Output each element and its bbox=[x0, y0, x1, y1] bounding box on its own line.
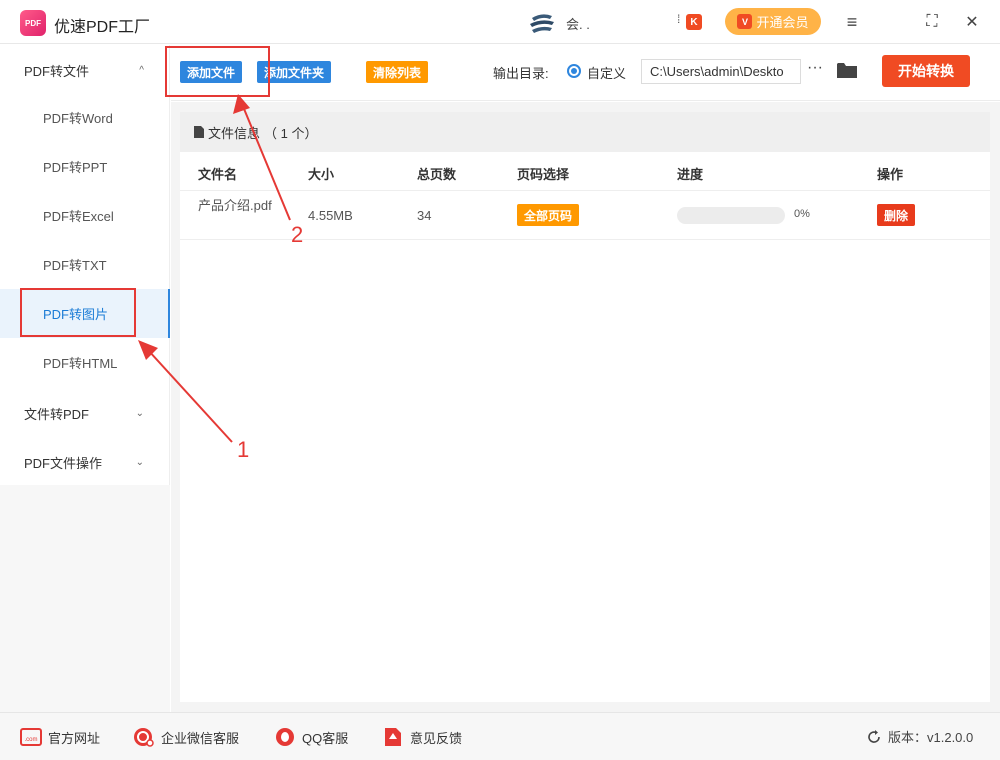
col-progress: 进度 bbox=[677, 167, 704, 182]
folder-icon[interactable] bbox=[837, 62, 857, 78]
annotation-number-2: 2 bbox=[291, 222, 304, 247]
file-size: 4.55MB bbox=[308, 208, 353, 223]
app-title: 优速PDF工厂 bbox=[54, 19, 151, 36]
vip-k-icon[interactable]: K bbox=[686, 14, 702, 30]
file-info-title: 文件信息 bbox=[208, 125, 261, 141]
col-filename: 文件名 bbox=[198, 167, 238, 182]
footer-website-link[interactable]: .com 官方网址 bbox=[20, 727, 100, 747]
footer: .com 官方网址 企业微信客服 QQ客服 意见反馈 版本：v1.2.0.0 bbox=[0, 712, 1000, 760]
custom-radio[interactable] bbox=[567, 64, 581, 78]
chevron-down-icon: ⌄ bbox=[135, 457, 144, 468]
col-pages: 总页数 bbox=[417, 167, 457, 182]
annotation-box-pdf-to-image bbox=[20, 288, 136, 337]
feedback-icon bbox=[382, 727, 404, 747]
col-size: 大小 bbox=[308, 167, 335, 182]
sidebar: PDF转文件 ^ PDF转Word PDF转PPT PDF转Excel PDF转… bbox=[0, 45, 170, 485]
chevron-down-icon: ⌄ bbox=[135, 408, 144, 419]
custom-radio-label[interactable]: 自定义 bbox=[587, 63, 626, 82]
qq-icon bbox=[274, 727, 296, 747]
chevron-up-icon: ^ bbox=[139, 65, 144, 76]
col-action: 操作 bbox=[877, 167, 904, 182]
footer-feedback-label: 意见反馈 bbox=[410, 730, 463, 746]
website-icon: .com bbox=[20, 727, 42, 747]
notification-icon[interactable]: ⁞ bbox=[677, 12, 685, 30]
sidebar-group-label: PDF文件操作 bbox=[24, 456, 103, 471]
version-label: 版本：v1.2.0.0 bbox=[888, 730, 974, 745]
sidebar-item-pdf-to-txt[interactable]: PDF转TXT bbox=[0, 240, 170, 289]
output-path-input[interactable] bbox=[641, 59, 801, 84]
sidebar-group-pdf-operations[interactable]: PDF文件操作 ⌄ bbox=[24, 453, 144, 472]
user-name[interactable]: 会. . bbox=[566, 14, 590, 33]
sidebar-group-pdf-to-file[interactable]: PDF转文件 ^ bbox=[24, 61, 144, 80]
file-pages: 34 bbox=[417, 208, 432, 223]
clear-list-button[interactable]: 清除列表 bbox=[366, 61, 429, 83]
more-options-icon[interactable]: ··· bbox=[807, 59, 823, 77]
footer-website-label: 官方网址 bbox=[48, 730, 101, 746]
footer-wechat-label: 企业微信客服 bbox=[161, 730, 240, 746]
start-convert-button[interactable]: 开始转换 bbox=[882, 55, 970, 87]
file-name: 产品介绍.pdf bbox=[198, 198, 272, 213]
user-avatar-icon[interactable] bbox=[528, 12, 556, 34]
maximize-icon[interactable]: ⛶ bbox=[922, 12, 942, 32]
sidebar-empty-area bbox=[0, 485, 170, 713]
annotation-box-add-file bbox=[165, 46, 270, 97]
menu-icon[interactable]: ≡ bbox=[842, 12, 862, 32]
sidebar-item-pdf-to-excel[interactable]: PDF转Excel bbox=[0, 191, 170, 240]
delete-button[interactable]: 删除 bbox=[877, 204, 916, 226]
app-logo-icon: PDF bbox=[20, 10, 46, 36]
open-vip-label: 开通会员 bbox=[756, 15, 809, 30]
sidebar-group-label: PDF转文件 bbox=[24, 64, 90, 79]
table-header: 文件名 大小 总页数 页码选择 进度 操作 bbox=[180, 153, 990, 191]
wechat-icon bbox=[133, 727, 155, 747]
sidebar-group-file-to-pdf[interactable]: 文件转PDF ⌄ bbox=[24, 404, 144, 423]
sidebar-group-label: 文件转PDF bbox=[24, 407, 90, 422]
version-info[interactable]: 版本：v1.2.0.0 bbox=[866, 727, 973, 746]
toolbar: 添加文件 添加文件夹 清除列表 输出目录: 自定义 ··· 开始转换 bbox=[171, 45, 1000, 101]
sidebar-item-pdf-to-ppt[interactable]: PDF转PPT bbox=[0, 142, 170, 191]
footer-wechat-link[interactable]: 企业微信客服 bbox=[133, 727, 239, 747]
footer-qq-label: QQ客服 bbox=[302, 730, 349, 746]
open-vip-button[interactable]: V 开通会员 bbox=[725, 8, 821, 35]
sidebar-item-pdf-to-html[interactable]: PDF转HTML bbox=[0, 338, 170, 387]
progress-percent: 0% bbox=[794, 208, 810, 220]
refresh-icon bbox=[868, 729, 880, 743]
col-page-select: 页码选择 bbox=[517, 167, 570, 182]
file-count: （ 1 个） bbox=[264, 125, 318, 141]
website-icon-text: .com bbox=[24, 737, 37, 743]
output-dir-label: 输出目录: bbox=[493, 66, 549, 81]
progress-bar bbox=[677, 207, 785, 224]
footer-feedback-link[interactable]: 意见反馈 bbox=[382, 727, 462, 747]
footer-qq-link[interactable]: QQ客服 bbox=[274, 727, 348, 747]
title-bar: PDF 优速PDF工厂 会. . ⁞ K V 开通会员 ≡ ⛶ ✕ bbox=[0, 0, 1000, 44]
document-icon bbox=[194, 126, 204, 138]
close-icon[interactable]: ✕ bbox=[962, 12, 982, 32]
vip-icon: V bbox=[737, 14, 753, 29]
page-select-button[interactable]: 全部页码 bbox=[517, 204, 580, 226]
file-info-header: 文件信息 （ 1 个） bbox=[180, 112, 990, 152]
sidebar-item-pdf-to-word[interactable]: PDF转Word bbox=[0, 93, 170, 142]
annotation-number-1: 1 bbox=[237, 437, 250, 462]
